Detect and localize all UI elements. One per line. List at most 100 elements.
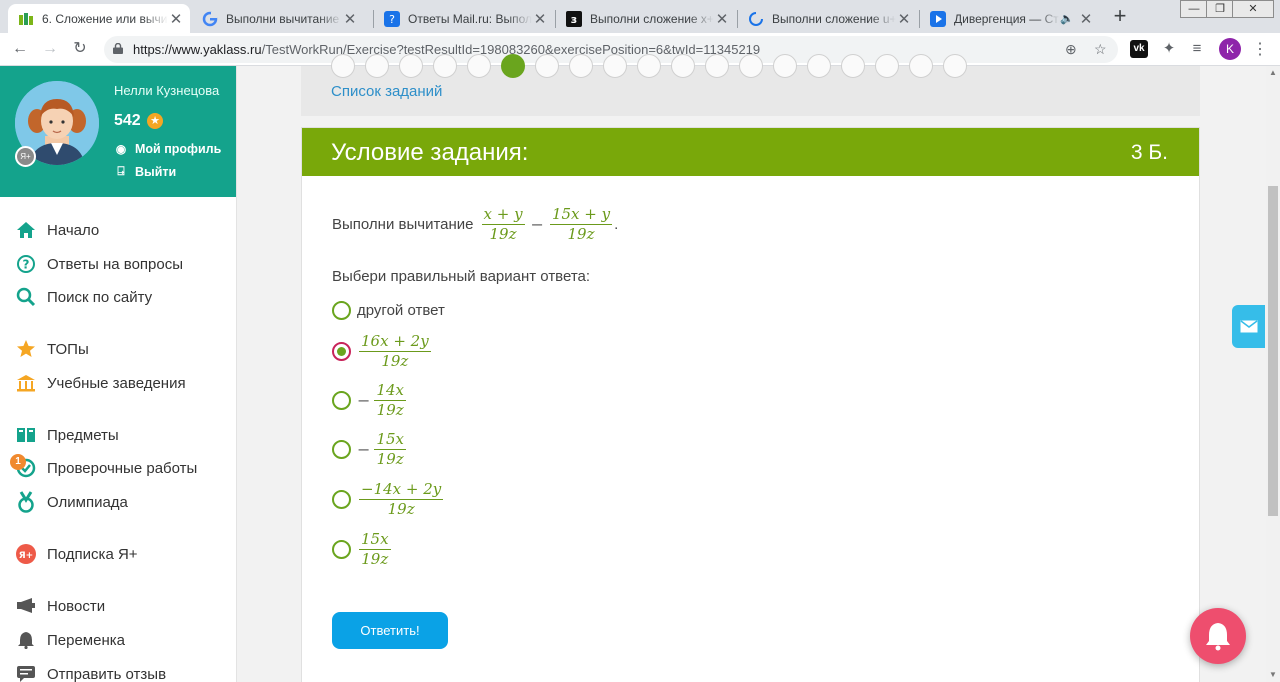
back-button[interactable]: ← xyxy=(8,38,32,60)
user-name[interactable]: Нелли Кузнецова xyxy=(114,83,219,98)
sidebar-item-label: Переменка xyxy=(47,631,125,649)
task-dot[interactable] xyxy=(569,54,593,78)
sidebar-item-search[interactable]: Поиск по сайту xyxy=(15,285,152,309)
sidebar-item-news[interactable]: Новости xyxy=(15,594,105,618)
task-dot[interactable] xyxy=(841,54,865,78)
radio-button[interactable] xyxy=(332,301,351,320)
minimize-button[interactable]: — xyxy=(1180,0,1208,18)
task-dot-current[interactable] xyxy=(501,54,525,78)
reload-button[interactable]: ↻ xyxy=(68,38,92,60)
minus-sign: − xyxy=(357,391,371,410)
tab-title: Выполни сложение u+y xyxy=(772,11,896,26)
tab-mailru[interactable]: ? Ответы Mail.ru: Выполни ✕ xyxy=(374,4,554,33)
sidebar-item-olympiad[interactable]: Олимпиада xyxy=(15,490,128,514)
radio-button[interactable] xyxy=(332,391,351,410)
scroll-down-arrow[interactable]: ▼ xyxy=(1266,668,1280,682)
user-icon: ◉ xyxy=(115,142,127,156)
task-dot[interactable] xyxy=(535,54,559,78)
close-icon[interactable]: ✕ xyxy=(532,10,548,28)
sidebar-item-schools[interactable]: Учебные заведения xyxy=(15,371,186,395)
tab-yaklass[interactable]: 6. Сложение или вычит ✕ xyxy=(8,4,190,33)
media-icon[interactable]: ≡ xyxy=(1188,40,1206,58)
page-scrollbar[interactable]: ▲ ▼ xyxy=(1266,66,1280,682)
task-dot[interactable] xyxy=(705,54,729,78)
scroll-up-arrow[interactable]: ▲ xyxy=(1266,66,1280,80)
answer-option[interactable]: − 14x 19z xyxy=(332,381,408,420)
close-window-button[interactable]: ✕ xyxy=(1232,0,1274,18)
scrollbar-thumb[interactable] xyxy=(1268,186,1278,516)
close-icon[interactable]: ✕ xyxy=(1078,10,1094,28)
svg-text:?: ? xyxy=(23,258,30,272)
extensions-puzzle-icon[interactable]: ✦ xyxy=(1160,40,1178,58)
profile-avatar[interactable]: K xyxy=(1219,38,1241,60)
task-dot[interactable] xyxy=(603,54,627,78)
tab-title: Выполни вычитание x+ xyxy=(226,11,342,26)
answer-option[interactable]: 15x 19z xyxy=(332,530,393,569)
browser-menu-icon[interactable]: ⋮ xyxy=(1252,39,1268,59)
sidebar-item-home[interactable]: Начало xyxy=(15,218,99,242)
close-icon[interactable]: ✕ xyxy=(896,10,912,28)
task-dot[interactable] xyxy=(739,54,763,78)
task-dot[interactable] xyxy=(773,54,797,78)
task-card-title: Условие задания: xyxy=(331,139,529,166)
sidebar-item-label: Проверочные работы xyxy=(47,459,198,477)
task-dot[interactable] xyxy=(637,54,661,78)
radio-button-selected[interactable] xyxy=(332,342,351,361)
tab-znanija[interactable]: з Выполни сложение x+y ✕ xyxy=(556,4,736,33)
radio-button[interactable] xyxy=(332,440,351,459)
tab-video[interactable]: Дивергенция — Стр 🔈 ✕ xyxy=(920,4,1100,33)
browser-window: { "browser": { "tabs": [ {"title": "6. С… xyxy=(0,0,1280,682)
new-tab-button[interactable]: + xyxy=(1108,5,1132,29)
task-dot[interactable] xyxy=(807,54,831,78)
denominator: 19z xyxy=(376,401,404,419)
task-dot[interactable] xyxy=(399,54,423,78)
maximize-button[interactable]: ❐ xyxy=(1206,0,1234,18)
logout-link[interactable]: ⍈ Выйти xyxy=(114,164,176,179)
radio-button[interactable] xyxy=(332,540,351,559)
task-dot[interactable] xyxy=(331,54,355,78)
fraction: −14x + 2y 19z xyxy=(359,480,444,519)
add-icon[interactable]: ⊕ xyxy=(1065,41,1077,58)
radio-button[interactable] xyxy=(332,490,351,509)
task-dot[interactable] xyxy=(365,54,389,78)
feedback-mail-button[interactable] xyxy=(1232,305,1265,348)
profile-link[interactable]: ◉ Мой профиль xyxy=(114,142,222,156)
speaker-icon[interactable]: 🔈 xyxy=(1060,12,1074,25)
forward-button[interactable]: → xyxy=(38,38,62,60)
sidebar-item-break[interactable]: Переменка xyxy=(15,628,125,652)
task-list-link[interactable]: Список заданий xyxy=(331,83,442,100)
task-dot[interactable] xyxy=(875,54,899,78)
video-icon xyxy=(930,10,946,27)
instruction-text: Выбери правильный вариант ответа: xyxy=(332,268,591,285)
answer-option-other[interactable]: другой ответ xyxy=(332,301,445,320)
profile-link-label: Мой профиль xyxy=(135,142,222,156)
sidebar-item-label: Отправить отзыв xyxy=(47,665,167,682)
sidebar-item-subscription[interactable]: Я+ Подписка Я+ xyxy=(15,542,138,566)
sidebar-item-answers[interactable]: ? Ответы на вопросы xyxy=(15,252,183,276)
task-dot[interactable] xyxy=(671,54,695,78)
close-icon[interactable]: ✕ xyxy=(168,10,184,28)
task-dot[interactable] xyxy=(943,54,967,78)
mail-icon xyxy=(1240,320,1257,333)
answer-option-selected[interactable]: 16x + 2y 19z xyxy=(332,332,433,371)
answer-option[interactable]: − 15x 19z xyxy=(332,430,408,469)
close-icon[interactable]: ✕ xyxy=(714,10,730,28)
sidebar-item-subjects[interactable]: Предметы xyxy=(15,423,119,447)
task-dot[interactable] xyxy=(909,54,933,78)
bookmark-star-icon[interactable]: ☆ xyxy=(1094,41,1107,58)
tab-google[interactable]: Выполни вычитание x+ ✕ xyxy=(192,4,364,33)
sidebar-item-label: Предметы xyxy=(47,426,119,444)
task-dot[interactable] xyxy=(433,54,457,78)
sidebar-item-tests[interactable]: Проверочные работы xyxy=(15,456,197,480)
answer-option[interactable]: −14x + 2y 19z xyxy=(332,480,445,519)
sidebar-item-feedback[interactable]: Отправить отзыв xyxy=(15,662,166,682)
task-dot[interactable] xyxy=(467,54,491,78)
vk-extension-icon[interactable]: vk xyxy=(1130,40,1148,58)
megaphone-icon xyxy=(15,595,37,617)
close-icon[interactable]: ✕ xyxy=(342,10,358,28)
tab-loading[interactable]: Выполни сложение u+y ✕ xyxy=(738,4,918,33)
submit-answer-button[interactable]: Ответить! xyxy=(332,612,448,649)
denominator: 19z xyxy=(381,352,409,370)
sidebar-item-tops[interactable]: ТОПы xyxy=(15,337,89,361)
notifications-bell-button[interactable] xyxy=(1190,608,1246,664)
